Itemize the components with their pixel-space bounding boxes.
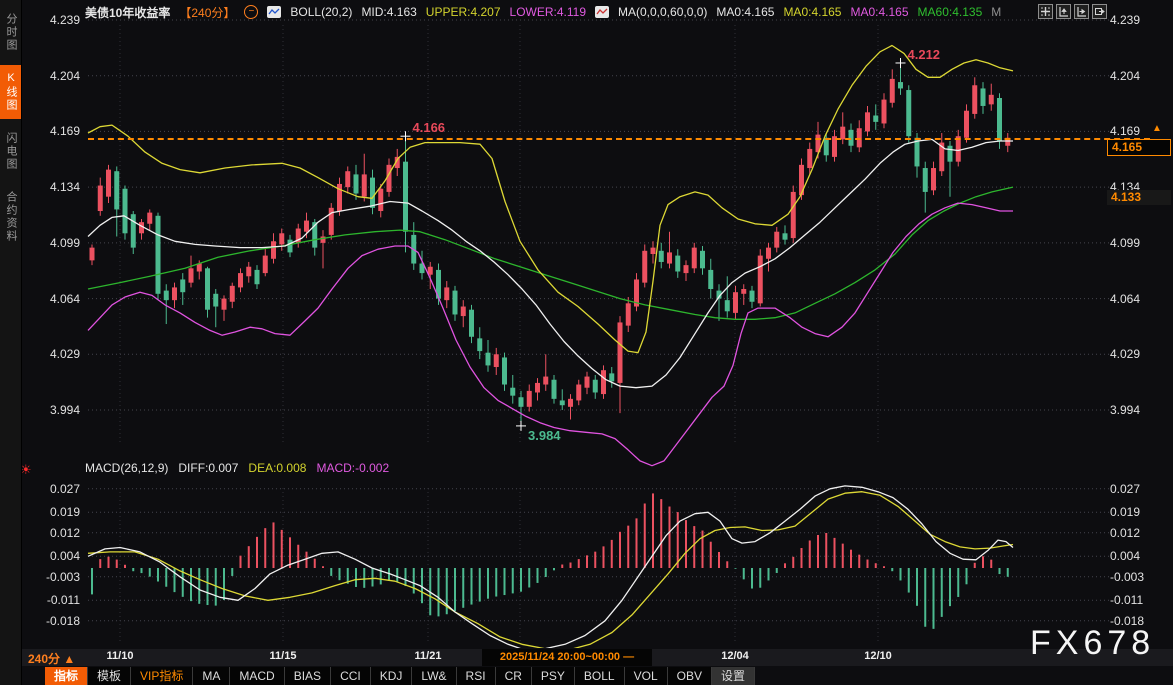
sidebar-tab-3[interactable]: 合约资料: [0, 184, 21, 250]
toolbar-item-OBV[interactable]: OBV: [668, 667, 712, 685]
toolbar-item-LW&[interactable]: LW&: [412, 667, 456, 685]
toolbar-item-CR[interactable]: CR: [496, 667, 532, 685]
crosshair-icon[interactable]: [1038, 4, 1053, 19]
toolbar-item-BIAS[interactable]: BIAS: [285, 667, 331, 685]
date-tick: 12/04: [711, 650, 759, 662]
ma0-value-3: MA0:4.165: [850, 5, 908, 19]
price-tick-left: 4.134: [28, 180, 80, 194]
macd-tick-right: 0.012: [1110, 526, 1162, 540]
toolbar-item-PSY[interactable]: PSY: [532, 667, 575, 685]
toolbar-item-CCI[interactable]: CCI: [331, 667, 371, 685]
date-tick: 11/10: [96, 650, 144, 662]
macd-tick-left: 0.004: [28, 549, 80, 563]
ma0-value-2: MA0:4.165: [783, 5, 841, 19]
toolbar-item-模板[interactable]: 模板: [88, 667, 131, 685]
axis-scale-right-icon[interactable]: [1074, 4, 1089, 19]
sidebar-tab-1[interactable]: K线图: [0, 65, 21, 119]
boll-mid-value: MID:4.163: [361, 5, 416, 19]
chart-canvas[interactable]: 4.166 3.984 4.212: [0, 0, 1173, 648]
date-tick: 11/15: [259, 650, 307, 662]
price-tick-right: 4.239: [1110, 13, 1162, 27]
price-tick-right: 4.204: [1110, 69, 1162, 83]
boll-lower-value: LOWER:4.119: [510, 5, 586, 19]
svg-text:3.984: 3.984: [528, 428, 561, 443]
ma60-value: MA60:4.135: [918, 5, 983, 19]
price-tick-left: 3.994: [28, 403, 80, 417]
macd-tick-left: -0.011: [28, 593, 80, 607]
date-axis: 240分 ▲ 2025/11/24 20:00~00:00 — 11/10 11/…: [0, 649, 1173, 666]
macd-tick-left: -0.003: [28, 570, 80, 584]
toolbar-item-MACD[interactable]: MACD: [230, 667, 284, 685]
price-tick-right: 3.994: [1110, 403, 1162, 417]
toolbar-item-指标[interactable]: 指标: [45, 667, 88, 685]
axis-scale-up-icon[interactable]: [1056, 4, 1071, 19]
current-price-box: 4.165: [1107, 139, 1171, 156]
toolbar-item-BOLL[interactable]: BOLL: [575, 667, 625, 685]
toolbar-item-KDJ[interactable]: KDJ: [371, 667, 413, 685]
toolbar-item-VOL[interactable]: VOL: [625, 667, 668, 685]
macd-tick-left: -0.018: [28, 614, 80, 628]
macd-tick-right: 0.004: [1110, 549, 1162, 563]
ma0-value-1: MA0:4.165: [716, 5, 774, 19]
macd-header: MACD(26,12,9) DIFF:0.007 DEA:0.008 MACD:…: [85, 461, 389, 475]
macd-tick-right: 0.027: [1110, 482, 1162, 496]
sidebar-tab-0[interactable]: 分时图: [0, 6, 21, 59]
current-price-line: [88, 138, 1150, 140]
ma-label: MA(0,0,0,60,0,0): [618, 5, 707, 19]
price-tick-left: 4.169: [28, 124, 80, 138]
macd-tick-left: 0.027: [28, 482, 80, 496]
price-tick-left: 4.239: [28, 13, 80, 27]
price-tick-right: 4.064: [1110, 292, 1162, 306]
macd-tick-right: -0.003: [1110, 570, 1162, 584]
macd-tick-right: -0.011: [1110, 593, 1162, 607]
line-chart-icon: [595, 6, 609, 18]
minus-circle-icon[interactable]: −: [244, 5, 258, 19]
toolbar-item-RSI[interactable]: RSI: [457, 667, 496, 685]
date-tick: 11/21: [404, 650, 452, 662]
macd-title: MACD(26,12,9): [85, 461, 168, 475]
macd-tick-right: 0.019: [1110, 505, 1162, 519]
price-tick-right: 4.029: [1110, 347, 1162, 361]
chart-window-controls: [1038, 4, 1107, 19]
svg-text:4.166: 4.166: [413, 120, 446, 135]
svg-text:4.212: 4.212: [908, 47, 941, 62]
price-tick-right: 4.099: [1110, 236, 1162, 250]
price-pane-header: 美债10年收益率 【240分】 − BOLL(20,2) MID:4.163 U…: [85, 4, 1001, 20]
boll-label: BOLL(20,2): [290, 5, 352, 19]
trading-app: 4.166 3.984 4.212 分时图 K线图闪电图合约资料 美债10年收益率 【…: [0, 0, 1173, 685]
toolbar-item-MA[interactable]: MA: [193, 667, 230, 685]
sidebar-tab-2[interactable]: 闪电图: [0, 125, 21, 178]
boll-upper-value: UPPER:4.207: [426, 5, 501, 19]
price-up-arrow-icon: ▲: [1152, 123, 1162, 134]
date-tick: 12/10: [854, 650, 902, 662]
macd-tick-left: 0.019: [28, 505, 80, 519]
secondary-price-box: 4.133: [1107, 190, 1171, 205]
ma-truncated: M: [991, 5, 1001, 19]
price-tick-left: 4.099: [28, 236, 80, 250]
popout-icon[interactable]: [1092, 4, 1107, 19]
indicator-toolbar: 指标模板VIP指标MAMACDBIASCCIKDJLW&RSICRPSYBOLL…: [45, 667, 755, 685]
timeframe-label: 【240分】: [179, 4, 235, 21]
toolbar-item-VIP指标[interactable]: VIP指标: [131, 667, 193, 685]
symbol-title: 美债10年收益率: [85, 4, 170, 21]
macd-tick-left: 0.012: [28, 526, 80, 540]
macd-diff-value: DIFF:0.007: [178, 461, 238, 475]
watermark: FX678: [1030, 624, 1155, 663]
timeframe-selector[interactable]: 240分 ▲: [28, 650, 75, 667]
session-highlight-label: 2025/11/24 20:00~00:00 —: [482, 649, 652, 666]
toolbar-item-设置[interactable]: 设置: [712, 667, 755, 685]
price-tick-left: 4.064: [28, 292, 80, 306]
price-tick-left: 4.029: [28, 347, 80, 361]
price-tick-left: 4.204: [28, 69, 80, 83]
sidebar: 分时图 K线图闪电图合约资料: [0, 0, 22, 685]
line-chart-icon: [267, 6, 281, 18]
macd-dea-value: DEA:0.008: [248, 461, 306, 475]
macd-macd-value: MACD:-0.002: [316, 461, 389, 475]
